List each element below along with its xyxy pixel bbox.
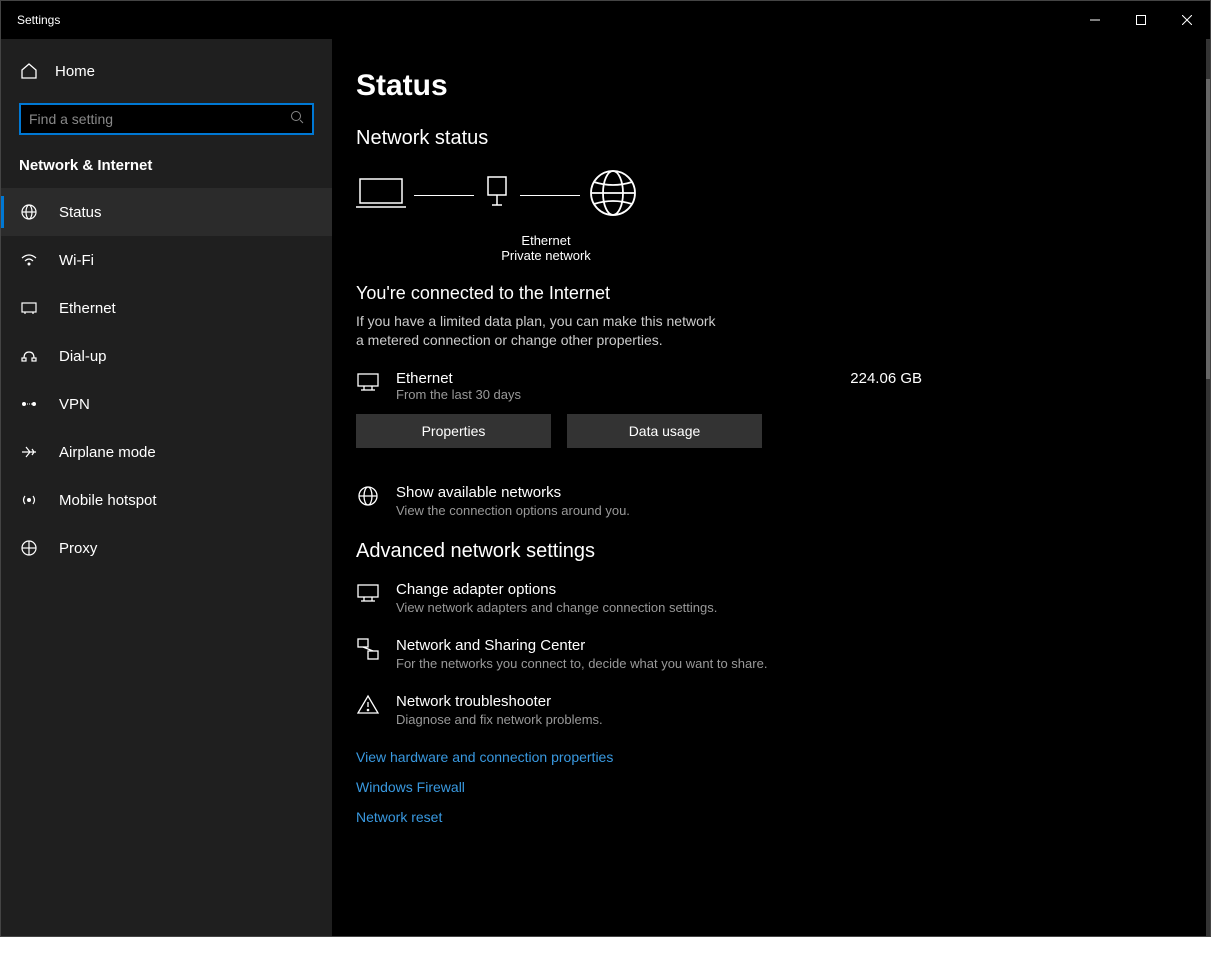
- adapter-options[interactable]: Change adapter options View network adap…: [356, 581, 942, 615]
- search-field[interactable]: [29, 105, 290, 133]
- main-content: Status Network status Ethernet Private n…: [332, 39, 1210, 936]
- hotspot-icon: [19, 490, 39, 510]
- network-diagram: [356, 168, 942, 223]
- sharing-center[interactable]: Network and Sharing Center For the netwo…: [356, 637, 942, 671]
- sidebar-item-label: Mobile hotspot: [59, 492, 157, 509]
- option-title: Show available networks: [396, 484, 630, 501]
- sidebar-item-label: Airplane mode: [59, 444, 156, 461]
- connection-row: Ethernet From the last 30 days 224.06 GB: [356, 370, 942, 402]
- diagram-caption: Ethernet Private network: [486, 233, 606, 263]
- router-icon: [482, 173, 512, 218]
- vpn-icon: [19, 394, 39, 414]
- section-header: Network & Internet: [1, 149, 332, 188]
- sharing-icon: [356, 637, 380, 661]
- proxy-icon: [19, 538, 39, 558]
- sidebar-item-proxy[interactable]: Proxy: [1, 524, 332, 572]
- option-desc: Diagnose and fix network problems.: [396, 712, 603, 727]
- warning-icon: [356, 693, 380, 717]
- option-desc: View the connection options around you.: [396, 503, 630, 518]
- connected-description: If you have a limited data plan, you can…: [356, 312, 726, 350]
- sidebar-item-label: Wi-Fi: [59, 252, 94, 269]
- sidebar-item-label: Ethernet: [59, 300, 116, 317]
- advanced-heading: Advanced network settings: [356, 540, 942, 563]
- internet-icon: [588, 168, 638, 223]
- reset-link[interactable]: Network reset: [356, 809, 942, 825]
- sidebar-item-hotspot[interactable]: Mobile hotspot: [1, 476, 332, 524]
- option-desc: View network adapters and change connect…: [396, 600, 717, 615]
- hardware-link[interactable]: View hardware and connection properties: [356, 749, 942, 765]
- minimize-button[interactable]: [1072, 1, 1118, 39]
- search-icon: [290, 110, 304, 129]
- sidebar-item-status[interactable]: Status: [1, 188, 332, 236]
- globe-icon: [19, 202, 39, 222]
- data-usage-button[interactable]: Data usage: [567, 414, 762, 448]
- sidebar-item-label: Status: [59, 204, 102, 221]
- close-button[interactable]: [1164, 1, 1210, 39]
- show-networks-option[interactable]: Show available networks View the connect…: [356, 484, 942, 518]
- search-input[interactable]: [19, 103, 314, 135]
- computer-icon: [356, 173, 406, 218]
- connection-name: Ethernet: [396, 370, 834, 387]
- home-icon: [19, 61, 39, 81]
- ethernet-icon: [356, 370, 380, 394]
- sidebar-item-label: Dial-up: [59, 348, 107, 365]
- properties-button[interactable]: Properties: [356, 414, 551, 448]
- home-button[interactable]: Home: [1, 47, 332, 95]
- scrollbar[interactable]: [1206, 39, 1210, 936]
- data-usage-value: 224.06 GB: [850, 370, 922, 387]
- option-title: Network troubleshooter: [396, 693, 603, 710]
- sidebar-item-label: Proxy: [59, 540, 97, 557]
- sidebar: Home Network & Internet Status Wi-Fi: [1, 39, 332, 936]
- sidebar-item-label: VPN: [59, 396, 90, 413]
- sidebar-item-wifi[interactable]: Wi-Fi: [1, 236, 332, 284]
- adapter-icon: [356, 581, 380, 605]
- airplane-icon: [19, 442, 39, 462]
- sidebar-item-vpn[interactable]: VPN: [1, 380, 332, 428]
- wifi-icon: [19, 250, 39, 270]
- troubleshooter[interactable]: Network troubleshooter Diagnose and fix …: [356, 693, 942, 727]
- sidebar-item-ethernet[interactable]: Ethernet: [1, 284, 332, 332]
- sidebar-item-airplane[interactable]: Airplane mode: [1, 428, 332, 476]
- page-title: Status: [356, 69, 942, 103]
- option-title: Change adapter options: [396, 581, 717, 598]
- home-label: Home: [55, 63, 95, 80]
- sidebar-item-dialup[interactable]: Dial-up: [1, 332, 332, 380]
- window-title: Settings: [1, 13, 60, 27]
- firewall-link[interactable]: Windows Firewall: [356, 779, 942, 795]
- connected-heading: You're connected to the Internet: [356, 283, 942, 304]
- dialup-icon: [19, 346, 39, 366]
- globe-icon: [356, 484, 380, 508]
- connection-sub: From the last 30 days: [396, 387, 834, 402]
- option-desc: For the networks you connect to, decide …: [396, 656, 767, 671]
- option-title: Network and Sharing Center: [396, 637, 767, 654]
- titlebar: Settings: [1, 1, 1210, 39]
- network-status-heading: Network status: [356, 127, 942, 150]
- ethernet-icon: [19, 298, 39, 318]
- maximize-button[interactable]: [1118, 1, 1164, 39]
